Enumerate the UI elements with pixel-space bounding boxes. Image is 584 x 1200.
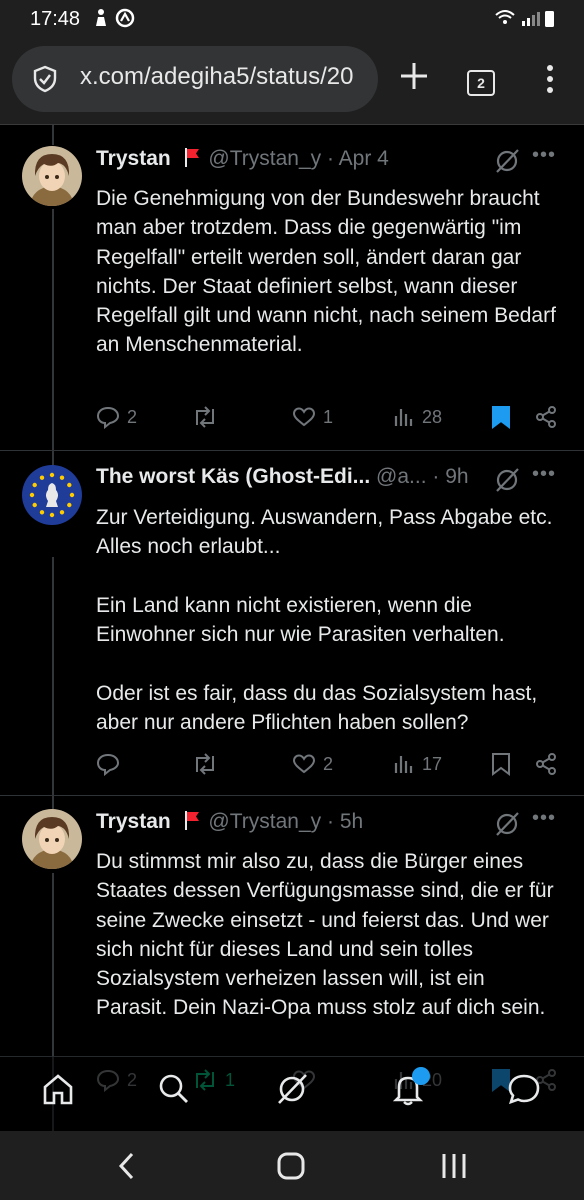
- tweet-text: Du stimmst mir also zu, dass die Bürger …: [96, 850, 554, 1020]
- bookmark-button[interactable]: [490, 749, 512, 779]
- tweet-header: The worst Käs (Ghost-Edi... @a... · 9h: [96, 465, 496, 495]
- tweet-actions: 2 17: [96, 749, 566, 779]
- user-handle[interactable]: @a...: [376, 465, 427, 488]
- views-button[interactable]: 28: [393, 402, 442, 432]
- new-tab-icon[interactable]: [396, 58, 432, 99]
- views-button[interactable]: 17: [393, 749, 442, 779]
- avatar[interactable]: [22, 146, 82, 206]
- views-icon: [394, 409, 413, 426]
- search-icon[interactable]: [156, 1071, 192, 1112]
- tweet-header: Trystan @Trystan_y · 5h: [96, 809, 496, 839]
- repost-icon: [196, 406, 214, 428]
- status-bar: 17:48: [0, 0, 584, 38]
- share-button[interactable]: [534, 749, 558, 779]
- reply-button[interactable]: [96, 749, 127, 779]
- tweet-text: Die Genehmigung von der Bundeswehr brauc…: [96, 187, 556, 357]
- status-time: 17:48: [30, 8, 81, 30]
- grok-icon[interactable]: [494, 148, 520, 179]
- views-icon: [394, 756, 413, 773]
- anime-avatar-image: [22, 809, 82, 869]
- user-handle[interactable]: @Trystan_y: [208, 810, 321, 833]
- conversation-feed: Trystan @Trystan_y · Apr 4 ••• Die Geneh…: [0, 125, 584, 1131]
- browser-menu-icon[interactable]: [545, 63, 555, 100]
- share-icon: [536, 406, 556, 428]
- display-name[interactable]: Trystan: [96, 810, 171, 833]
- notification-icons: [96, 8, 135, 28]
- display-name[interactable]: The worst Käs (Ghost-Edi...: [96, 465, 370, 488]
- status-notification-icons: [92, 8, 138, 34]
- system-nav-bar: [0, 1131, 584, 1200]
- more-icon[interactable]: •••: [532, 807, 556, 830]
- tweet-text: Zur Verteidigung. Auswandern, Pass Abgab…: [96, 506, 553, 735]
- tweet-actions: 2 1 28: [96, 402, 566, 432]
- like-button[interactable]: 2: [292, 749, 333, 779]
- site-security-icon[interactable]: [30, 64, 60, 99]
- home-icon[interactable]: [40, 1071, 76, 1112]
- tweet-date[interactable]: 5h: [340, 810, 363, 833]
- tweet-date[interactable]: Apr 4: [339, 147, 389, 170]
- share-icon: [536, 753, 556, 775]
- view-count: 28: [422, 406, 443, 427]
- reply-button[interactable]: 2: [96, 402, 137, 432]
- repost-button[interactable]: [192, 749, 225, 779]
- browser-toolbar: x.com/adegiha5/status/20 2: [0, 38, 584, 125]
- address-bar[interactable]: x.com/adegiha5/status/20: [12, 46, 378, 112]
- wifi-signal-battery-icon: [495, 10, 554, 27]
- notification-badge: [412, 1067, 430, 1085]
- reply-icon: [96, 406, 120, 429]
- share-button[interactable]: [534, 402, 558, 432]
- reply-count: 2: [127, 406, 138, 427]
- more-icon[interactable]: •••: [532, 463, 556, 486]
- bookmark-icon: [492, 406, 510, 429]
- tweet[interactable]: Trystan @Trystan_y · Apr 4 ••• Die Geneh…: [0, 144, 584, 446]
- tweet-divider: [0, 450, 584, 451]
- avatar[interactable]: [22, 809, 82, 869]
- grok-icon[interactable]: [274, 1071, 310, 1112]
- flag-icon: [177, 147, 203, 170]
- anime-avatar-image: [22, 146, 82, 206]
- grok-icon[interactable]: [494, 811, 520, 842]
- heart-icon: [292, 754, 316, 774]
- repost-icon: [196, 753, 214, 775]
- tweet-header: Trystan @Trystan_y · Apr 4: [96, 146, 496, 176]
- repost-button[interactable]: [192, 402, 225, 432]
- like-count: 1: [323, 406, 334, 427]
- more-icon[interactable]: •••: [532, 144, 556, 167]
- recent-apps-icon[interactable]: [440, 1151, 468, 1186]
- eu-flag-avatar-image: [22, 465, 82, 525]
- tab-count-button[interactable]: 2: [467, 70, 495, 96]
- like-button[interactable]: 1: [292, 402, 333, 432]
- view-count: 17: [422, 753, 443, 774]
- status-system-icons: [494, 8, 556, 33]
- tweet-divider: [0, 795, 584, 796]
- tweet-date[interactable]: 9h: [445, 465, 468, 488]
- display-name[interactable]: Trystan: [96, 147, 171, 170]
- heart-icon: [292, 407, 316, 427]
- app-bottom-nav: [0, 1056, 584, 1132]
- bookmark-button[interactable]: [490, 402, 512, 432]
- separator-dot: ·: [326, 810, 334, 833]
- thread-line: [52, 125, 54, 145]
- grok-icon[interactable]: [494, 467, 520, 498]
- home-button-icon[interactable]: [276, 1151, 306, 1186]
- messages-icon[interactable]: [506, 1071, 542, 1112]
- url-text[interactable]: x.com/adegiha5/status/20: [80, 63, 370, 91]
- back-icon[interactable]: [116, 1151, 138, 1186]
- bookmark-icon: [492, 753, 510, 776]
- avatar[interactable]: [22, 465, 82, 525]
- like-count: 2: [323, 753, 334, 774]
- flag-icon: [177, 810, 203, 833]
- separator-dot: ·: [432, 465, 440, 488]
- separator-dot: ·: [326, 147, 334, 170]
- user-handle[interactable]: @Trystan_y: [208, 147, 321, 170]
- reply-icon: [96, 753, 120, 776]
